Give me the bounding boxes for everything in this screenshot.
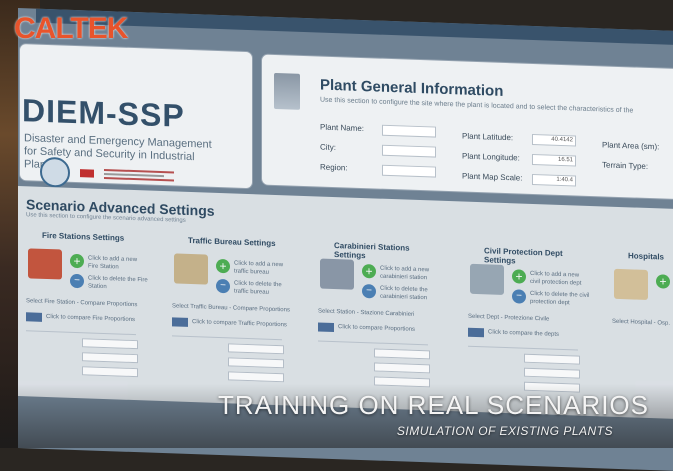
map-scale-input[interactable]: 1:40.4 bbox=[532, 173, 576, 187]
plant-name-input[interactable] bbox=[382, 124, 436, 138]
longitude-input[interactable]: 16.51 bbox=[532, 153, 576, 167]
divider bbox=[318, 340, 428, 346]
summary-text: Click to compare Proportions bbox=[338, 324, 416, 333]
add-fire-station-button[interactable]: + bbox=[70, 253, 84, 269]
add-text: Click to add a new civil protection dept bbox=[530, 270, 582, 287]
region-input[interactable] bbox=[382, 164, 436, 178]
summary-button[interactable] bbox=[468, 327, 484, 338]
add-hospital-button[interactable]: + bbox=[656, 274, 670, 289]
add-text: Click to add a new traffic bureau bbox=[234, 260, 284, 276]
latitude-input[interactable] bbox=[374, 362, 430, 374]
city-input[interactable] bbox=[382, 144, 436, 158]
summary-text: Click to compare Fire Proportions bbox=[46, 313, 136, 324]
delete-fire-station-button[interactable]: − bbox=[70, 273, 84, 289]
add-carabinieri-button[interactable]: + bbox=[362, 264, 376, 279]
station-name-input[interactable] bbox=[374, 348, 430, 360]
divider bbox=[26, 330, 136, 336]
caption-main: TRAINING ON REAL SCENARIOS bbox=[218, 390, 649, 420]
add-text: Click to add a new Fire Station bbox=[88, 255, 138, 271]
caltek-logo: CALTEK bbox=[14, 12, 128, 45]
select-text: Select Traffic Bureau - Compare Proporti… bbox=[172, 303, 290, 314]
add-civil-protection-button[interactable]: + bbox=[512, 269, 526, 284]
select-text: Select Dept - Protezione Civile bbox=[468, 313, 550, 323]
summary-button[interactable] bbox=[26, 312, 42, 322]
longitude-input[interactable] bbox=[228, 371, 284, 383]
divider bbox=[468, 345, 578, 351]
summary-text: Click to compare the depts bbox=[488, 329, 560, 338]
select-text: Select Fire Station - Compare Proportion… bbox=[26, 298, 138, 309]
traffic-bureau-building-icon bbox=[174, 253, 208, 285]
summary-button[interactable] bbox=[318, 322, 334, 333]
plant-building-icon bbox=[274, 72, 300, 110]
dept-name-input[interactable] bbox=[524, 353, 580, 365]
delete-text: Click to delete the traffic bureau bbox=[234, 280, 282, 296]
partner-text-lines bbox=[104, 167, 174, 183]
delete-traffic-bureau-button[interactable]: − bbox=[216, 278, 230, 294]
longitude-input[interactable] bbox=[82, 366, 138, 378]
hospital-building-icon bbox=[614, 268, 648, 301]
select-text: Select Hospital - Osp. bbox=[612, 318, 671, 327]
add-text: Click to add a new carabinieri station bbox=[380, 265, 430, 282]
map-scale-label: Plant Map Scale: bbox=[462, 171, 523, 183]
partner-logos bbox=[40, 156, 174, 192]
add-traffic-bureau-button[interactable]: + bbox=[216, 258, 230, 274]
column-title: Hospitals bbox=[628, 251, 665, 262]
column-title: Fire Stations Settings bbox=[42, 230, 125, 243]
caption-sub: SIMULATION OF EXISTING PLANTS bbox=[396, 424, 613, 438]
delete-text: Click to delete the civil protection dep… bbox=[530, 290, 590, 307]
delete-carabinieri-button[interactable]: − bbox=[362, 284, 376, 299]
carabinieri-stations-column: Carabinieri Stations Settings + Click to… bbox=[314, 240, 442, 404]
summary-text: Click to compare Traffic Proportions bbox=[192, 319, 287, 329]
latitude-input[interactable]: 40.4142 bbox=[532, 133, 576, 147]
university-seal-icon bbox=[40, 156, 70, 188]
plant-info-card: Plant General Information Use this secti… bbox=[262, 54, 673, 200]
plant-info-title: Plant General Information bbox=[320, 76, 504, 100]
select-text: Select Station - Stazione Carabinieri bbox=[318, 308, 415, 318]
divider bbox=[172, 335, 282, 341]
carabinieri-building-icon bbox=[320, 258, 354, 290]
column-title: Traffic Bureau Settings bbox=[188, 235, 276, 248]
plant-area-label: Plant Area (sm): bbox=[602, 140, 660, 152]
fire-stations-column: Fire Stations Settings + Click to add a … bbox=[22, 230, 150, 394]
latitude-label: Plant Latitude: bbox=[462, 131, 514, 143]
title-card: DIEM-SSP Disaster and Emergency Manageme… bbox=[20, 44, 252, 189]
traffic-bureau-column: Traffic Bureau Settings + Click to add a… bbox=[168, 235, 296, 399]
region-label: Region: bbox=[320, 162, 348, 173]
screen-top-bar bbox=[36, 8, 673, 46]
latitude-input[interactable] bbox=[524, 367, 580, 379]
latitude-input[interactable] bbox=[228, 357, 284, 369]
longitude-label: Plant Longitude: bbox=[462, 151, 520, 163]
delete-text: Click to delete the Fire Station bbox=[88, 275, 148, 291]
fire-station-building-icon bbox=[28, 248, 62, 280]
station-name-input[interactable] bbox=[82, 338, 138, 350]
plant-name-label: Plant Name: bbox=[320, 122, 365, 134]
terrain-type-label: Terrain Type: bbox=[602, 160, 649, 172]
summary-button[interactable] bbox=[172, 317, 188, 327]
city-label: City: bbox=[320, 142, 336, 153]
flag-icon bbox=[80, 169, 94, 178]
app-name: DIEM-SSP bbox=[22, 92, 185, 134]
bureau-name-input[interactable] bbox=[228, 343, 284, 355]
plant-info-description: Use this section to configure the site w… bbox=[320, 96, 634, 115]
latitude-input[interactable] bbox=[82, 352, 138, 364]
delete-text: Click to delete the carabinieri station bbox=[380, 285, 428, 302]
civil-protection-building-icon bbox=[470, 263, 504, 295]
delete-civil-protection-button[interactable]: − bbox=[512, 289, 526, 304]
